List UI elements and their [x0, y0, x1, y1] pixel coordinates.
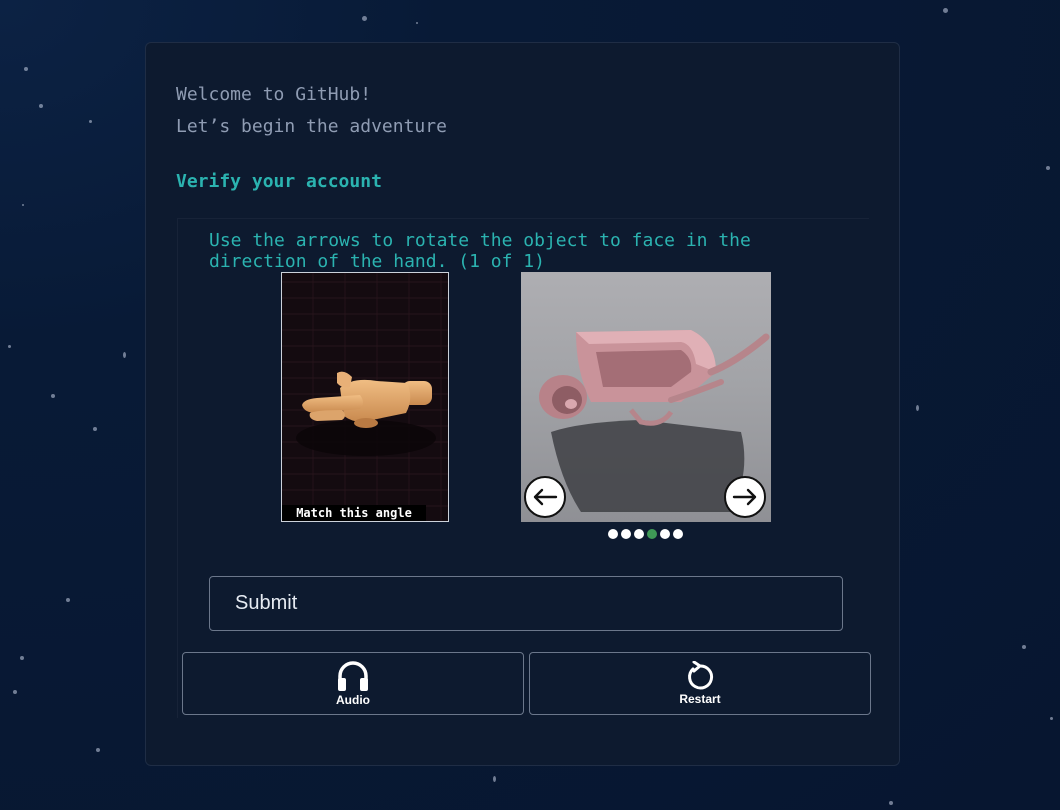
reference-hand-image: Match this angle [281, 272, 449, 522]
headphones-icon [338, 661, 368, 691]
progress-dot-active [647, 529, 657, 539]
rotate-right-button[interactable] [724, 476, 766, 518]
progress-dots [608, 529, 683, 539]
rotatable-object-image [521, 272, 771, 522]
captcha-panel: Use the arrows to rotate the object to f… [177, 218, 871, 718]
welcome-title: Welcome to GitHub! [176, 84, 372, 105]
progress-dot [634, 529, 644, 539]
match-angle-label: Match this angle [282, 505, 426, 521]
verify-heading: Verify your account [176, 171, 382, 192]
captcha-instruction: Use the arrows to rotate the object to f… [209, 230, 751, 272]
pointing-hand-illustration [296, 371, 436, 456]
restart-button[interactable]: Restart [529, 652, 871, 715]
audio-label: Audio [336, 693, 370, 707]
progress-dot [608, 529, 618, 539]
submit-button[interactable]: Submit [209, 576, 843, 631]
arrow-left-icon [533, 488, 558, 506]
arrow-right-icon [732, 488, 757, 506]
progress-dot [660, 529, 670, 539]
progress-dot [621, 529, 631, 539]
rotate-left-button[interactable] [524, 476, 566, 518]
progress-dot [673, 529, 683, 539]
restart-label: Restart [679, 692, 721, 706]
welcome-message: Welcome to GitHub! Let’s begin the adven… [176, 79, 447, 143]
audio-button[interactable]: Audio [182, 652, 524, 715]
signup-card: Welcome to GitHub! Let’s begin the adven… [145, 42, 900, 766]
welcome-subtitle: Let’s begin the adventure [176, 116, 447, 137]
restart-icon [688, 661, 714, 690]
